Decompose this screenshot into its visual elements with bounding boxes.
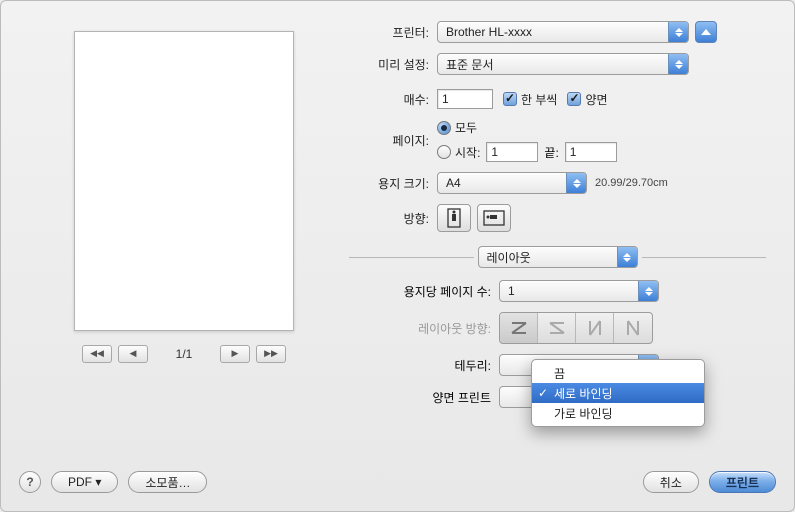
preset-label: 미리 설정: <box>349 56 437 73</box>
duplex-print-label: 양면 프린트 <box>349 389 499 406</box>
orientation-label: 방향: <box>349 210 437 227</box>
duplex-popup-menu: 끔 ✓ 세로 바인딩 가로 바인딩 <box>531 359 705 427</box>
collated-label: 한 부씩 <box>521 91 557 108</box>
radio-icon <box>437 121 451 135</box>
print-dialog: ◀◀ ◀ 1/1 ▶ ▶▶ 프린터: Brother HL-xxxx 미리 설정… <box>0 0 795 512</box>
popup-item-short-edge[interactable]: 가로 바인딩 <box>532 403 704 423</box>
landscape-icon <box>483 209 505 227</box>
pages-to-label: 끝: <box>544 144 558 161</box>
border-label: 테두리: <box>349 357 499 374</box>
n-pattern-icon <box>585 318 605 338</box>
popup-item-label: 세로 바인딩 <box>554 385 613 402</box>
pages-from-input[interactable] <box>486 142 538 162</box>
duplex-print-value <box>508 390 511 404</box>
two-sided-checkbox[interactable]: 양면 <box>567 91 607 108</box>
pages-to-input[interactable] <box>565 142 617 162</box>
section-separator: 레이아웃 <box>349 246 766 268</box>
orientation-portrait-button[interactable] <box>437 204 471 232</box>
paper-size-label: 용지 크기: <box>349 175 437 192</box>
select-arrows-icon <box>617 247 637 267</box>
radio-icon <box>437 145 451 159</box>
popup-item-label: 가로 바인딩 <box>554 405 613 422</box>
select-arrows-icon <box>668 54 688 74</box>
section-select[interactable]: 레이아웃 <box>478 246 638 268</box>
collated-checkbox[interactable]: 한 부씩 <box>503 91 557 108</box>
preset-value: 표준 문서 <box>446 56 494 73</box>
select-arrows-icon <box>638 281 658 301</box>
preset-select[interactable]: 표준 문서 <box>437 53 689 75</box>
preview-navigation: ◀◀ ◀ 1/1 ▶ ▶▶ <box>82 345 286 363</box>
portrait-icon <box>445 208 463 228</box>
pages-per-sheet-select[interactable]: 1 <box>499 280 659 302</box>
popup-item-label: 끔 <box>554 365 565 382</box>
layout-direction-group <box>499 312 653 344</box>
section-value: 레이아웃 <box>487 249 531 266</box>
pages-label: 페이지: <box>349 132 437 149</box>
last-page-button[interactable]: ▶▶ <box>256 345 286 363</box>
paper-size-select[interactable]: A4 <box>437 172 587 194</box>
select-arrows-icon <box>668 22 688 42</box>
next-page-button[interactable]: ▶ <box>220 345 250 363</box>
popup-item-off[interactable]: 끔 <box>532 363 704 383</box>
pages-per-sheet-label: 용지당 페이지 수: <box>349 283 499 300</box>
preview-page <box>74 31 294 331</box>
select-arrows-icon <box>566 173 586 193</box>
layout-direction-1[interactable] <box>500 313 538 343</box>
expand-toggle-button[interactable] <box>695 21 717 43</box>
printer-label: 프린터: <box>349 24 437 41</box>
checkbox-icon <box>503 92 517 106</box>
popup-item-long-edge[interactable]: ✓ 세로 바인딩 <box>532 383 704 403</box>
pages-per-sheet-value: 1 <box>508 284 515 298</box>
cancel-button[interactable]: 취소 <box>643 471 699 493</box>
pages-all-label: 모두 <box>455 119 477 136</box>
help-button[interactable]: ? <box>19 471 41 493</box>
checkmark-icon: ✓ <box>538 386 548 400</box>
copies-label: 매수: <box>349 91 437 108</box>
pages-all-radio[interactable]: 모두 <box>437 119 617 136</box>
paper-dimensions: 20.99/29.70cm <box>595 177 668 189</box>
bottom-bar: ? PDF ▾ 소모품… 취소 프린트 <box>19 471 776 493</box>
print-button[interactable]: 프린트 <box>709 471 776 493</box>
layout-direction-2[interactable] <box>538 313 576 343</box>
border-value <box>508 358 511 372</box>
reverse-n-pattern-icon <box>623 318 643 338</box>
copies-input[interactable] <box>437 89 493 109</box>
layout-direction-4[interactable] <box>614 313 652 343</box>
orientation-landscape-button[interactable] <box>477 204 511 232</box>
preview-column: ◀◀ ◀ 1/1 ▶ ▶▶ <box>29 21 339 418</box>
pages-range-radio[interactable]: 시작: <box>437 144 480 161</box>
printer-select[interactable]: Brother HL-xxxx <box>437 21 689 43</box>
s-pattern-icon <box>547 318 567 338</box>
layout-direction-label: 레이아웃 방향: <box>349 320 499 337</box>
two-sided-label: 양면 <box>585 91 607 108</box>
printer-value: Brother HL-xxxx <box>446 25 532 39</box>
page-indicator: 1/1 <box>164 347 204 361</box>
checkbox-icon <box>567 92 581 106</box>
first-page-button[interactable]: ◀◀ <box>82 345 112 363</box>
pages-from-label: 시작: <box>455 144 480 161</box>
supplies-button[interactable]: 소모품… <box>128 471 207 493</box>
pdf-button[interactable]: PDF ▾ <box>51 471 118 493</box>
layout-direction-3[interactable] <box>576 313 614 343</box>
prev-page-button[interactable]: ◀ <box>118 345 148 363</box>
z-pattern-icon <box>509 318 529 338</box>
paper-size-value: A4 <box>446 176 461 190</box>
